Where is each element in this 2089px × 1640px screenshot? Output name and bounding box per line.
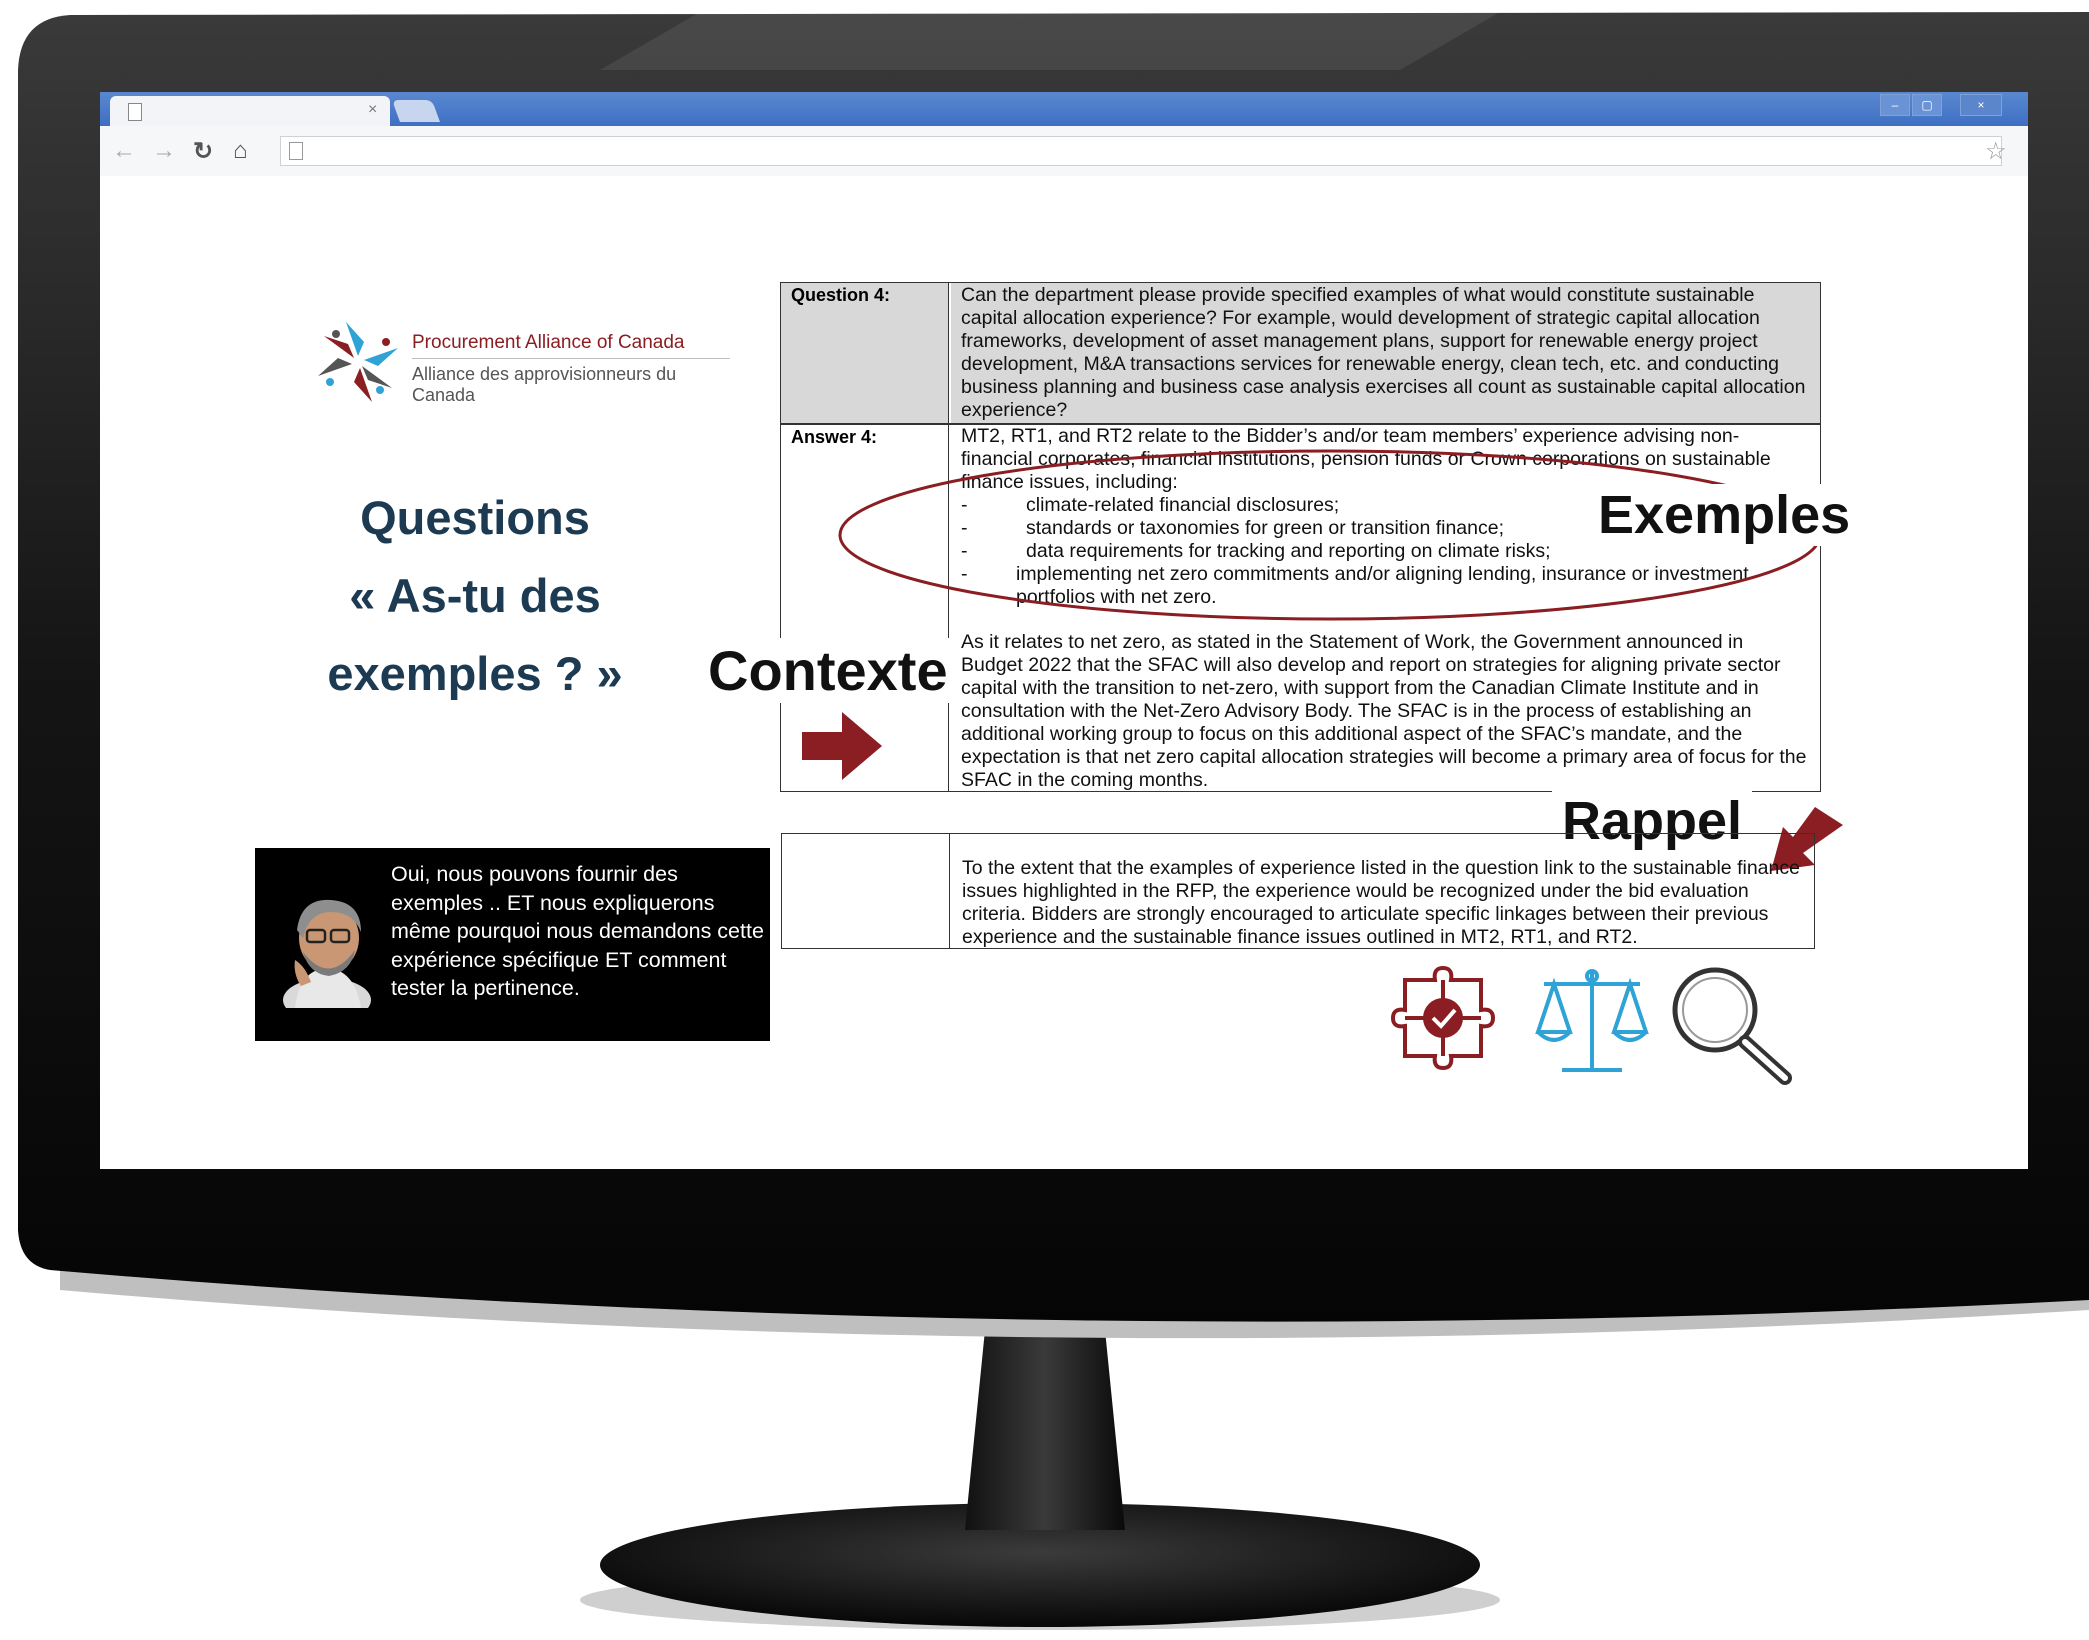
page-icon [128, 103, 142, 121]
new-tab-button[interactable] [391, 100, 441, 122]
reminder-text: To the extent that the examples of exper… [962, 857, 1800, 948]
callout-text: Oui, nous pouvons fournir des exemples .… [391, 862, 764, 1000]
page-icon [289, 142, 303, 160]
browser-toolbar: ← → ↻ ⌂ ☆ [100, 126, 2028, 177]
browser-tab[interactable]: × [110, 96, 390, 126]
right-arrow-icon [802, 712, 882, 780]
speaker-callout: Oui, nous pouvons fournir des exemples .… [255, 848, 770, 1041]
heading-line-1: Questions [360, 491, 590, 544]
reload-icon[interactable]: ↻ [193, 137, 213, 166]
home-icon[interactable]: ⌂ [233, 137, 248, 165]
forward-icon[interactable]: → [152, 137, 176, 165]
browser-tab-bar: × – ▢ × [100, 92, 2028, 126]
maximize-button[interactable]: ▢ [1912, 94, 1942, 116]
question-label-cell: Question 4: [781, 283, 949, 423]
context-text: As it relates to net zero, as stated in … [961, 631, 1807, 791]
logo-name-en: Procurement Alliance of Canada [412, 332, 685, 353]
exemples-label: Exemples [1592, 484, 1857, 546]
heading-line-2: « As-tu des [349, 569, 601, 622]
logo-star-icon [318, 322, 398, 402]
scales-icon [1535, 969, 1649, 1072]
reminder-table: To the extent that the examples of exper… [781, 833, 1815, 949]
magnifier-icon [1672, 967, 1792, 1085]
heading-line-3: exemples ? » [327, 647, 623, 700]
question-text: Can the department please provide specif… [951, 283, 1820, 424]
close-window-button[interactable]: × [1960, 94, 2002, 116]
logo-name-fr: Alliance des approvisionneurs du Canada [412, 364, 677, 405]
reminder-empty-cell [782, 834, 950, 948]
logo: Procurement Alliance of Canada Alliance … [312, 312, 732, 412]
puzzle-check-icon [1390, 965, 1496, 1071]
star-icon[interactable]: ☆ [1985, 137, 2007, 166]
tab-close-icon[interactable]: × [368, 101, 377, 119]
address-bar[interactable] [280, 136, 2002, 166]
contexte-label: Contexte [702, 638, 954, 703]
minimize-button[interactable]: – [1880, 94, 1910, 116]
question-label: Question 4: [791, 285, 891, 305]
logo-divider [412, 358, 730, 359]
avatar [283, 899, 371, 1008]
back-icon[interactable]: ← [112, 137, 136, 165]
